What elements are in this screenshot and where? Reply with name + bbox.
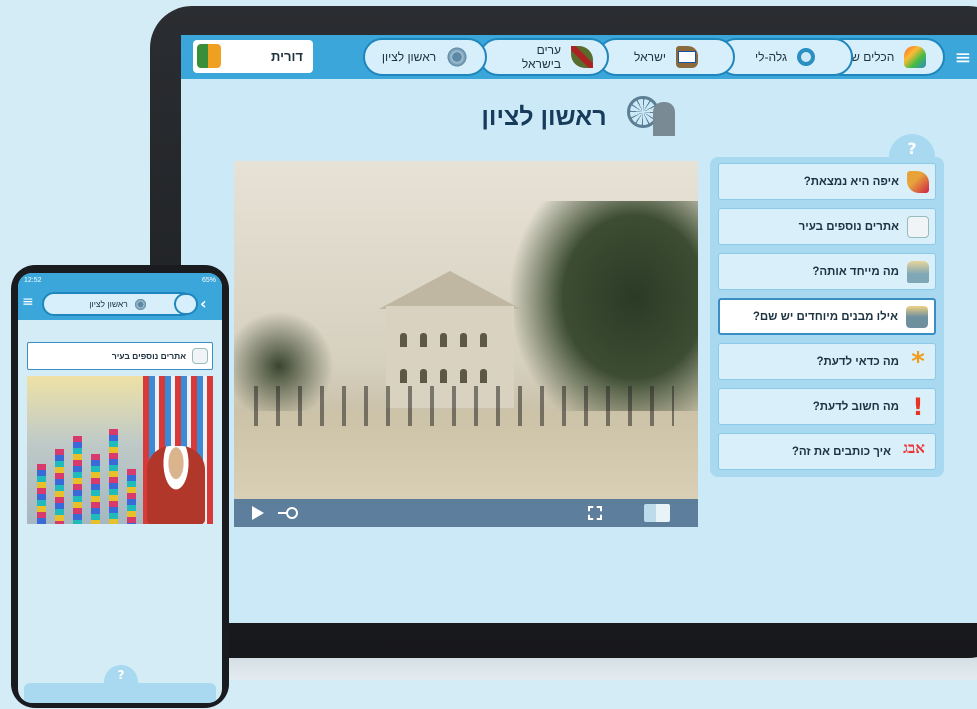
photo-person	[147, 446, 205, 524]
tab-label: ראשון לציון	[381, 50, 437, 64]
tablet-screen: ≡ הכלים שלי גלה-לי ישראל ערים בישראל ראש…	[181, 35, 977, 623]
question-unique[interactable]: מה מייחד אותה?	[718, 253, 936, 290]
bottom-panel	[24, 683, 216, 703]
tab-discover[interactable]: גלה-לי	[717, 38, 853, 76]
question-label: איך כותבים את זה?	[791, 445, 891, 458]
question-feather-icon	[907, 170, 929, 193]
question-special-buildings[interactable]: אילו מבנים מיוחדים יש שם?	[718, 298, 936, 335]
hamburger-icon[interactable]: ≡	[22, 294, 34, 310]
question-label: מה חשוב לדעת?	[812, 400, 899, 413]
status-battery: 65%	[201, 277, 216, 284]
tab-israel[interactable]: ישראל	[597, 38, 735, 76]
top-nav-bar: ≡ הכלים שלי גלה-לי ישראל ערים בישראל ראש…	[181, 35, 977, 79]
phone-top-nav: ≡ ראשון לציון ›	[18, 288, 222, 320]
sites-icon	[907, 215, 929, 238]
question-label: איפה היא נמצאת?	[803, 175, 899, 188]
map-flag-icon	[675, 46, 698, 68]
tab-label: גלה-לי	[754, 50, 788, 64]
skyline-icon	[907, 260, 929, 283]
question-where[interactable]: איפה היא נמצאת?	[718, 163, 936, 200]
exclamation-icon: !	[912, 392, 924, 421]
fullscreen-icon[interactable]	[588, 506, 602, 520]
search-icon	[797, 48, 816, 66]
question-more-sites[interactable]: אתרים נוספים בעיר	[27, 342, 213, 370]
user-box[interactable]: דורית	[193, 40, 313, 73]
buildings-icon	[906, 305, 928, 328]
book-icon[interactable]	[644, 504, 670, 522]
ferris-wheel-tower-icon	[623, 94, 681, 140]
volume-slider-knob[interactable]	[286, 507, 298, 519]
question-label: אתרים נוספים בעיר	[111, 351, 186, 361]
alef-bet-icon: אבג	[903, 440, 925, 457]
question-label: מה מייחד אותה?	[812, 265, 899, 278]
page-header: ראשון לציון	[181, 93, 977, 141]
chevron-right-icon[interactable]: ›	[200, 294, 207, 313]
ferris-wheel-icon	[133, 297, 147, 311]
status-bar: 12:52 65%	[18, 273, 222, 288]
tab-cities[interactable]: ערים בישראל	[479, 38, 609, 76]
asterisk-icon: *	[911, 346, 925, 377]
hand-icon	[904, 46, 927, 68]
question-how-to-write[interactable]: אבג איך כותבים את זה?	[718, 433, 936, 470]
sites-photo	[27, 376, 213, 524]
photo-people	[254, 386, 674, 426]
ferris-wheel-icon	[446, 46, 469, 68]
volume-slider-track[interactable]	[278, 512, 286, 514]
tab-label: ערים בישראל	[521, 43, 561, 71]
help-button[interactable]: ?	[104, 665, 138, 685]
tab-label: ישראל	[634, 50, 666, 64]
hamburger-icon[interactable]: ≡	[949, 43, 977, 71]
feather-icon	[571, 46, 593, 68]
phone-screen: 12:52 65% ≡ ראשון לציון › אתרים נוספים ב…	[18, 273, 222, 703]
tab-rishon-lezion[interactable]: ראשון לציון	[42, 292, 194, 316]
question-more-sites[interactable]: אתרים נוספים בעיר	[718, 208, 936, 245]
question-worth-knowing[interactable]: * מה כדאי לדעת?	[718, 343, 936, 380]
tab-rishon-lezion[interactable]: ראשון לציון	[363, 38, 487, 76]
question-important[interactable]: ! מה חשוב לדעת?	[718, 388, 936, 425]
username: דורית	[271, 49, 303, 64]
question-label: אילו מבנים מיוחדים יש שם?	[752, 310, 898, 323]
page-title: ראשון לציון	[481, 102, 607, 131]
avatar-icon	[197, 44, 221, 68]
status-time: 12:52	[24, 277, 42, 284]
play-icon[interactable]	[252, 506, 264, 520]
photo-roof	[379, 271, 521, 309]
feather-icon[interactable]	[174, 293, 198, 315]
sites-icon	[192, 348, 208, 364]
video-controls	[234, 499, 698, 527]
video-player[interactable]	[234, 161, 698, 527]
question-label: אתרים נוספים בעיר	[798, 220, 899, 233]
tab-label: ראשון לציון	[89, 299, 128, 309]
question-label: מה כדאי לדעת?	[816, 355, 899, 368]
